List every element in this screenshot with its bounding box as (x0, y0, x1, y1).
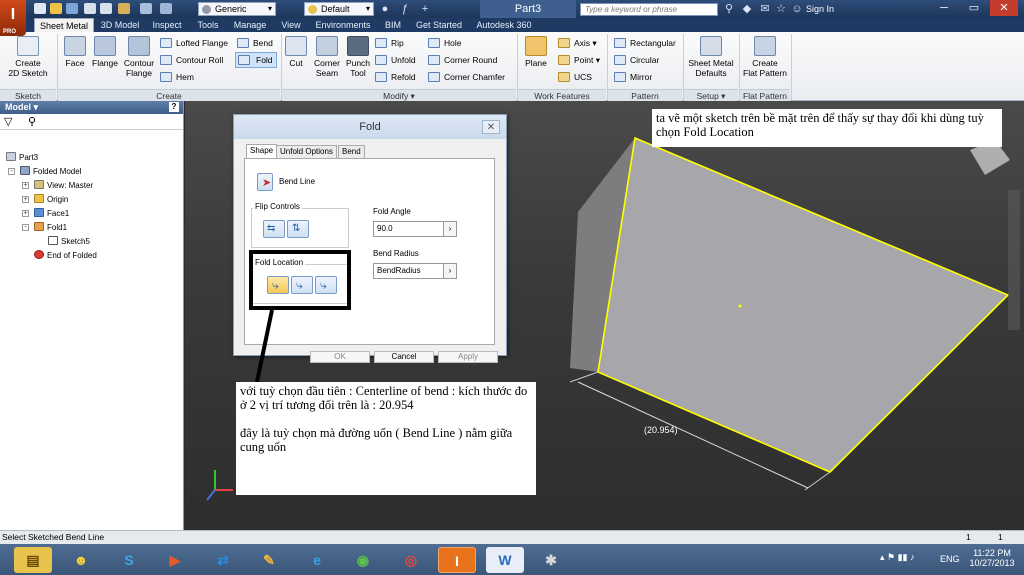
status-text: Select Sketched Bend Line (2, 532, 105, 542)
clock-date: 10/27/2013 (969, 558, 1015, 568)
application-menu-button[interactable]: I PRO (0, 0, 26, 36)
skype-icon[interactable]: S (110, 547, 148, 573)
pointer-line (255, 309, 274, 383)
word-icon[interactable]: W (486, 547, 524, 573)
tray-icons[interactable]: ▴ ⚑ ▮▮ ♪ (880, 552, 915, 563)
media-player-icon[interactable]: ▶ (156, 547, 194, 573)
note-bottom-line-1: với tuỳ chọn đầu tiên : Centerline of be… (240, 384, 528, 412)
note-bottom-line-2: đây là tuỳ chọn mà đường uốn ( Bend Line… (240, 426, 513, 454)
app-logo: I (10, 6, 16, 23)
language-indicator[interactable]: ENG (940, 554, 960, 564)
coccoc-browser-icon[interactable]: ◉ (344, 547, 382, 573)
clock-time: 11:22 PM (973, 548, 1011, 558)
status-bar: Select Sketched Bend Line 1 1 (0, 530, 1024, 544)
clock[interactable]: 11:22 PM 10/27/2013 (966, 548, 1018, 568)
status-count-1: 1 (966, 532, 971, 542)
annotation-note-bottom: với tuỳ chọn đầu tiên : Centerline of be… (236, 382, 536, 495)
inventor-taskbar-icon[interactable]: I (438, 547, 476, 573)
status-count-2: 1 (998, 532, 1003, 542)
file-explorer-icon[interactable]: ▤ (14, 547, 52, 573)
internet-explorer-icon[interactable]: e (298, 547, 336, 573)
yahoo-messenger-icon[interactable]: ☻ (62, 547, 100, 573)
teamviewer-icon[interactable]: ⇄ (204, 547, 242, 573)
chrome-icon[interactable]: ◎ (392, 547, 430, 573)
app-logo-sub: PRO (3, 29, 17, 35)
annotation-note-top: ta vẽ một sketch trên bề mặt trên để thấ… (652, 109, 1002, 147)
paint-icon[interactable]: ✎ (250, 547, 288, 573)
windows-taskbar: ▤ ☻ S ▶ ⇄ ✎ e ◉ ◎ I W ✱ ▴ ⚑ ▮▮ ♪ ENG 11:… (0, 544, 1024, 575)
tools-icon[interactable]: ✱ (532, 547, 570, 573)
